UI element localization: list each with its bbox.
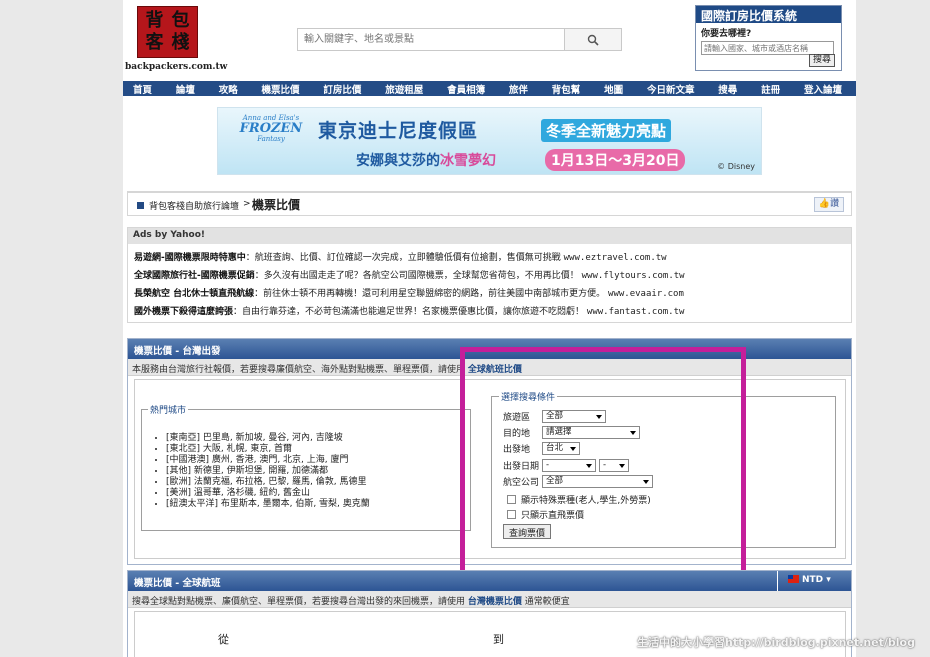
nav-item[interactable]: 機票比價 [262,82,300,96]
page-title: 機票比價 [252,198,301,212]
ad-url[interactable]: www.flytours.com.tw [582,271,685,281]
banner-copyright: © Disney [717,162,755,171]
logo-char: 背 [145,10,164,31]
yahoo-ads: Ads by Yahoo! 易遊網-國際機票限時特惠中：航班查詢、比價、訂位確認… [127,227,852,323]
ad-title[interactable]: 國外機票下殺得這麼誇張 [134,307,233,317]
search-button[interactable] [564,29,621,50]
ad-item[interactable]: 全球國際旅行社-國際機票促銷：多久沒有出國走走了呢？各航空公司國際機票，全球幫您… [134,268,685,281]
global-intro-text: 搜尋全球點對點機票、廉價航空、單程票價，若要搜尋台灣出發的來回機票，請使用 [132,597,466,607]
from-label: 從 [218,633,229,646]
nav-item[interactable]: 地圖 [604,82,623,96]
site-search [297,28,622,51]
hot-city-group[interactable]: [其他] 新德里, 伊斯坦堡, 開羅, 加德滿都 [166,466,370,477]
thumbs-up-icon: 👍 [818,199,831,209]
hot-city-group[interactable]: [紐澳太平洋] 布里斯本, 墨爾本, 伯斯, 雪梨, 奧克蘭 [166,499,370,510]
global-section-header: 機票比價 - 全球航班 [128,571,851,591]
banner-subline-b: 冰雪夢幻 [440,153,496,169]
to-label: 到 [493,633,504,646]
search-input[interactable] [298,29,564,50]
hot-city-group[interactable]: [中國港澳] 廣州, 香港, 澳門, 北京, 上海, 廈門 [166,455,370,466]
nav-item[interactable]: 旅遊租屋 [385,82,423,96]
taiwan-flag-icon [788,575,799,583]
main-nav: 首頁 論壇 攻略 機票比價 訂房比價 旅遊租屋 會員相簿 旅伴 背包幫 地圖 今… [123,81,856,96]
hot-city-group[interactable]: [美洲] 溫哥華, 洛杉磯, 紐約, 舊金山 [166,488,370,499]
breadcrumb-forum-link[interactable]: 背包客棧自助旅行論壇 [149,199,239,212]
ad-title[interactable]: 全球國際旅行社-國際機票促銷 [134,271,255,281]
nav-item[interactable]: 攻略 [219,82,238,96]
like-label: 讚 [830,199,840,209]
ad-desc: ：多久沒有出國走走了呢？各航空公司國際機票，全球幫您省荷包，不用再比價！ [254,271,579,281]
frozen-logo: Anna and Elsa's FROZEN Fantasy [236,114,306,170]
logo-char: 包 [171,10,190,31]
hot-city-group[interactable]: [東南亞] 巴里島, 新加坡, 曼谷, 河內, 吉隆坡 [166,433,370,444]
disney-ad-banner[interactable]: Anna and Elsa's FROZEN Fantasy 東京迪士尼度假區 … [217,107,762,175]
nav-item[interactable]: 會員相簿 [447,82,485,96]
global-intro: 搜尋全球點對點機票、廉價航空、單程票價，若要搜尋台灣出發的來回機票，請使用 台灣… [128,591,851,608]
banner-headline: 東京迪士尼度假區 [318,120,479,142]
nav-item[interactable]: 登入論壇 [804,82,842,96]
ads-header: Ads by Yahoo! [128,228,851,244]
banner-dates: 1月13日～3月20日 [545,149,686,171]
logo-char: 客 [145,32,164,53]
ad-title[interactable]: 長榮航空 台北休士頓直飛航線 [134,289,254,299]
site-logo[interactable]: 背 包 客 棧 [137,6,198,58]
left-page-margin [0,0,123,657]
hotel-compare-box: 國際訂房比價系統 你要去哪裡? 搜尋 [695,5,842,71]
right-page-margin [856,0,930,657]
hot-cities: 熱門城市 [東南亞] 巴里島, 新加坡, 曼谷, 河內, 吉隆坡 [東北亞] 大… [141,403,471,531]
nav-item[interactable]: 訂房比價 [323,82,361,96]
hot-cities-list: [東南亞] 巴里島, 新加坡, 曼谷, 河內, 吉隆坡 [東北亞] 大阪, 札幌… [166,433,370,510]
ad-title[interactable]: 易遊網-國際機票限時特惠中 [134,253,246,263]
ad-url[interactable]: www.fantast.com.tw [587,307,685,317]
hotel-destination-label: 你要去哪裡? [701,29,752,39]
hotel-box-title: 國際訂房比價系統 [696,6,841,23]
ad-url[interactable]: www.evaair.com [608,289,684,299]
banner-tag: 冬季全新魅力亮點 [541,119,672,142]
taiwan-intro-text: 本服務由台灣旅行社報價，若要搜尋廉價航空、海外點對點機票、單程票價，請使用 [132,365,466,375]
highlight-annotation [460,347,746,581]
nav-item[interactable]: 背包幫 [552,82,581,96]
ad-url[interactable]: www.eztravel.com.tw [564,253,667,263]
nav-item[interactable]: 首頁 [133,82,152,96]
breadcrumb-separator: > [243,199,251,209]
nav-item[interactable]: 註冊 [761,82,780,96]
logo-char: 棧 [171,32,190,53]
currency-label: NTD [802,575,824,585]
global-intro-tail: 通常較便宜 [524,597,570,607]
nav-item[interactable]: 論壇 [176,82,195,96]
hotel-search-button[interactable]: 搜尋 [808,54,835,67]
chevron-down-icon: ▾ [826,575,831,585]
like-button[interactable]: 👍讚 [814,197,844,212]
frozen-logo-title: FROZEN [239,121,303,136]
ad-item[interactable]: 國外機票下殺得這麼誇張：自由行靠芬達，不必苛包滿滿也能遍足世界！名家機票優惠比價… [134,304,684,317]
taiwan-compare-link[interactable]: 台灣機票比價 [468,597,522,607]
ad-desc: ：前往休士頓不用再轉機！還可利用星空聯盟綿密的網路，前往美國中南部城市更方便。 [254,289,606,299]
currency-selector[interactable]: NTD ▾ [777,571,851,591]
hotel-destination-input[interactable] [701,41,834,55]
ad-desc: ：自由行靠芬達，不必苛包滿滿也能遍足世界！名家機票優惠比價，讓你旅遊不吃悶虧！ [233,307,585,317]
hot-cities-legend: 熱門城市 [148,403,189,416]
breadcrumb: 背包客棧自助旅行論壇 > 機票比價 👍讚 [127,191,852,216]
ad-desc: ：航班查詢、比價、訂位確認一次完成，立即體驗低價有位搶劃，售價無可挑戰 [245,253,561,263]
nav-item[interactable]: 今日新文章 [647,82,695,96]
logo-site-name: backpackers.com.tw [125,62,228,72]
watermark: 生活中的大小學習http://birdblog.pixnet.net/blog [637,636,915,649]
ad-item[interactable]: 易遊網-國際機票限時特惠中：航班查詢、比價、訂位確認一次完成，立即體驗低價有位搶… [134,250,667,263]
nav-item[interactable]: 搜尋 [718,82,737,96]
breadcrumb-bullet-icon [137,202,144,209]
banner-subline: 安娜與艾莎的冰雪夢幻 [356,150,496,170]
hot-city-group[interactable]: [歐洲] 法蘭克福, 布拉格, 巴黎, 羅馬, 倫敦, 馬德里 [166,477,370,488]
ad-item[interactable]: 長榮航空 台北休士頓直飛航線：前往休士頓不用再轉機！還可利用星空聯盟綿密的網路，… [134,286,684,299]
frozen-logo-line: Fantasy [257,135,285,143]
nav-item[interactable]: 旅伴 [509,82,528,96]
banner-subline-a: 安娜與艾莎的 [356,153,440,169]
hot-city-group[interactable]: [東北亞] 大阪, 札幌, 東京, 首爾 [166,444,370,455]
search-icon [587,34,599,46]
